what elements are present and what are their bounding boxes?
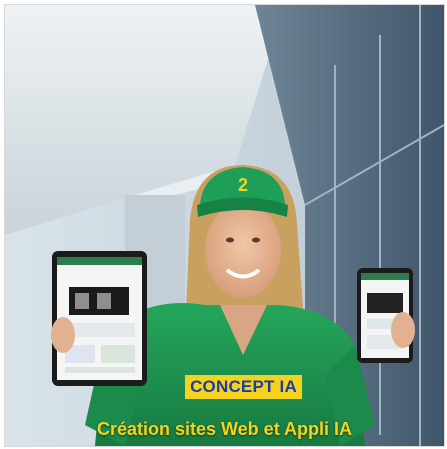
face (205, 202, 281, 298)
left-hand (51, 317, 75, 353)
concept-ia-badge: CONCEPT IA (185, 375, 302, 399)
tagline-caption: Création sites Web et Appli IA (96, 419, 353, 439)
promo-image: 2 CONCEPT IA Création sites Web et Appli… (4, 4, 445, 447)
cap-number: 2 (237, 175, 248, 195)
right-hand (391, 312, 415, 348)
